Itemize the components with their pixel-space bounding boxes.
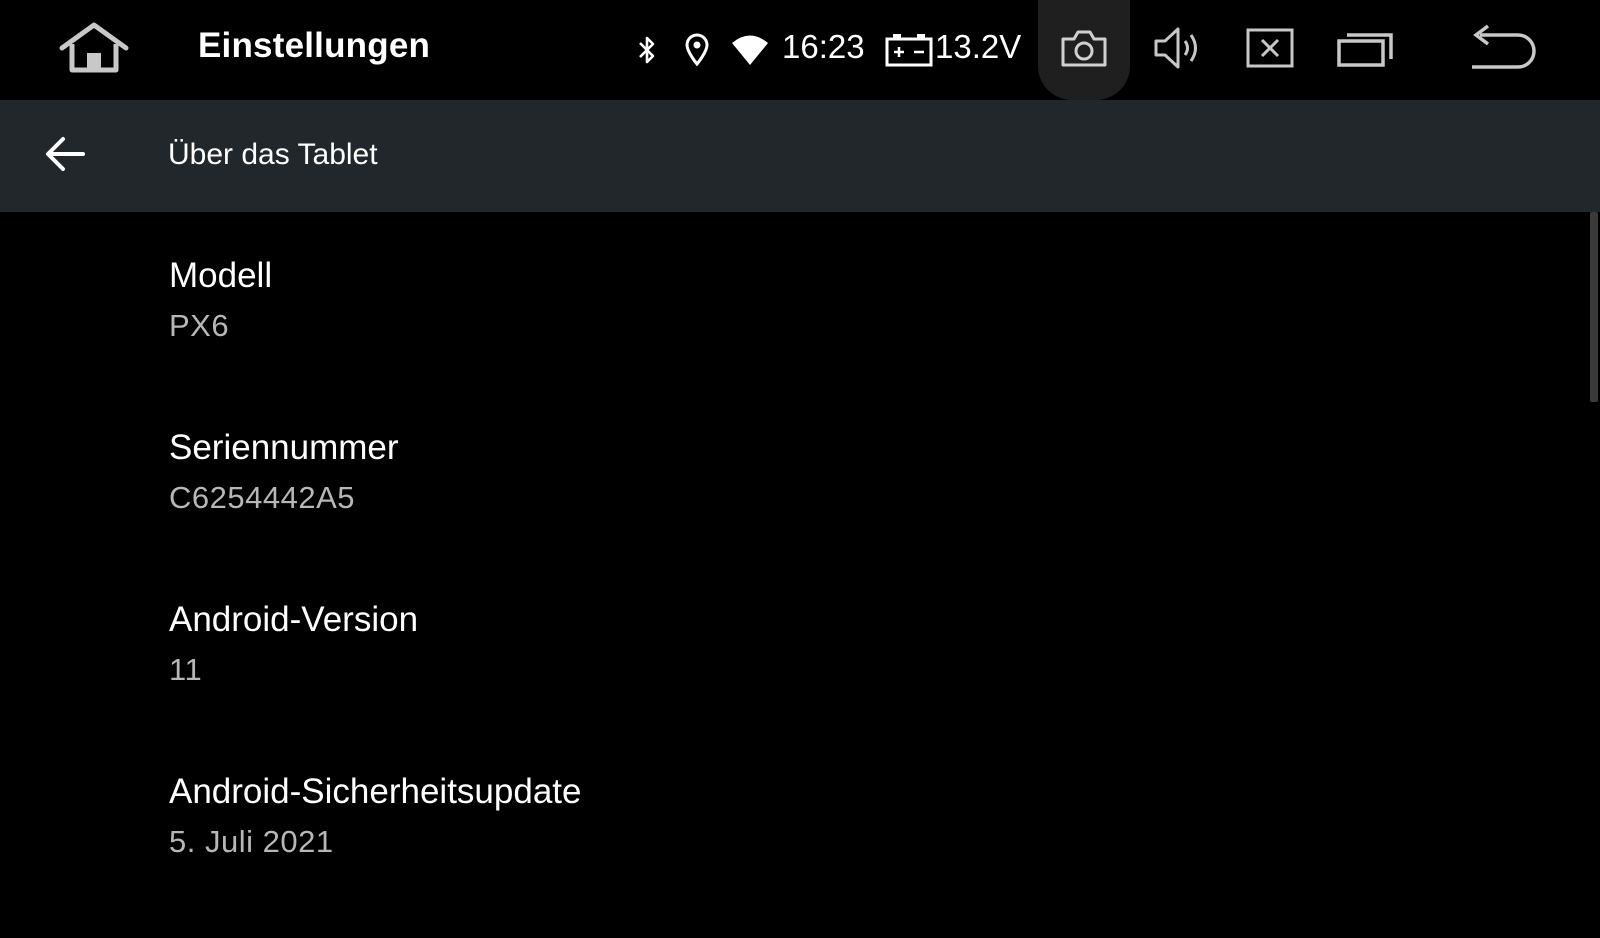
wifi-icon	[730, 32, 770, 68]
location-icon	[682, 32, 712, 68]
camera-icon	[1059, 27, 1109, 74]
volume-icon	[1152, 24, 1206, 77]
toolbar-back-button[interactable]	[36, 128, 94, 184]
settings-screen: Einstellungen 16:23 13.2V Über das Table…	[0, 0, 1600, 938]
home-icon	[56, 20, 132, 81]
status-time: 16:23	[782, 28, 865, 65]
scrollbar[interactable]	[1590, 212, 1598, 402]
item-title: Seriennummer	[169, 428, 399, 467]
bluetooth-icon	[632, 32, 662, 68]
volume-button[interactable]	[1148, 18, 1210, 82]
back-button[interactable]	[1466, 18, 1542, 82]
item-title: Android-Sicherheitsupdate	[169, 772, 582, 811]
arrow-left-icon	[43, 134, 87, 179]
battery-icon	[884, 30, 934, 70]
status-bar: Einstellungen 16:23 13.2V	[0, 0, 1600, 100]
close-app-button[interactable]	[1240, 18, 1300, 82]
page-toolbar: Über das Tablet	[0, 100, 1600, 212]
close-app-icon	[1245, 27, 1295, 74]
recent-apps-icon	[1336, 28, 1394, 73]
list-item-serial-number[interactable]: Seriennummer C6254442A5	[0, 384, 1590, 556]
page-title: Über das Tablet	[168, 138, 378, 171]
item-summary: 5. Juli 2021	[169, 824, 334, 859]
item-summary: PX6	[169, 308, 230, 343]
list-item-security-update[interactable]: Android-Sicherheitsupdate 5. Juli 2021	[0, 728, 1590, 900]
back-icon	[1468, 23, 1540, 78]
list-item-model[interactable]: Modell PX6	[0, 212, 1590, 384]
item-summary-row: C6254442A5	[169, 480, 475, 516]
redacted-area	[355, 487, 475, 513]
about-list: Modell PX6 Seriennummer C6254442A5 Andro…	[0, 212, 1590, 938]
item-title: Android-Version	[169, 600, 419, 639]
list-item-android-version[interactable]: Android-Version 11	[0, 556, 1590, 728]
item-summary: C6254442A5	[169, 480, 355, 515]
app-title: Einstellungen	[198, 26, 431, 65]
home-button[interactable]	[50, 18, 138, 82]
recent-apps-button[interactable]	[1332, 18, 1398, 82]
item-summary: 11	[169, 652, 203, 687]
screenshot-button[interactable]	[1038, 0, 1130, 100]
voltage-readout: 13.2V	[935, 28, 1022, 65]
item-title: Modell	[169, 256, 273, 295]
